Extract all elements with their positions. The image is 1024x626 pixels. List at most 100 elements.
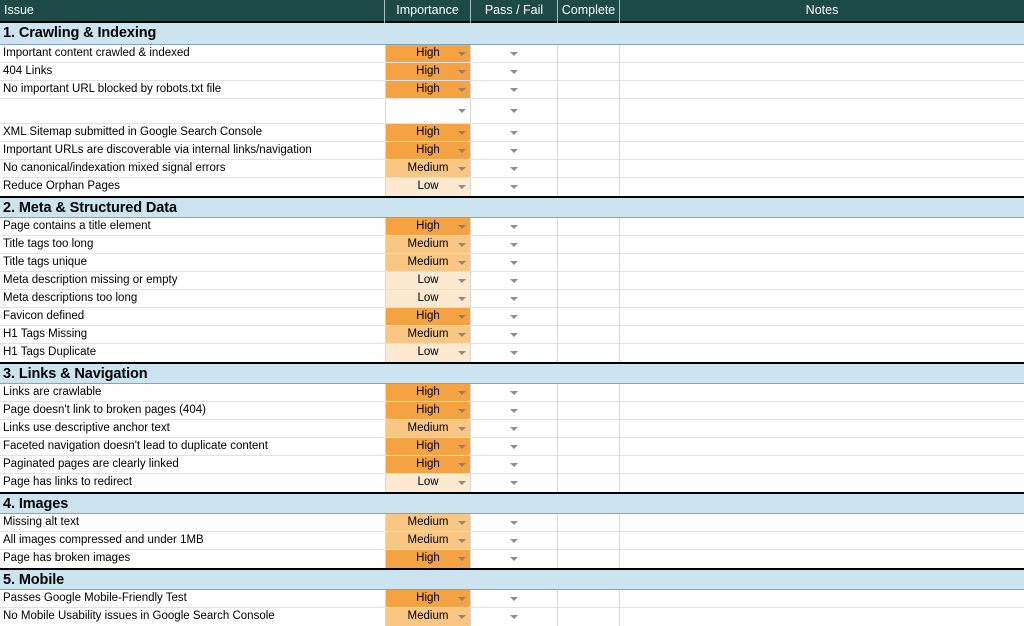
chevron-down-icon[interactable]	[510, 166, 518, 171]
table-row[interactable]: Paginated pages are clearly linked High	[0, 456, 1024, 474]
chevron-down-icon[interactable]	[510, 615, 518, 619]
cell-issue[interactable]: No canonical/indexation mixed signal err…	[0, 160, 385, 177]
chevron-down-icon[interactable]	[510, 462, 518, 467]
cell-complete[interactable]	[558, 236, 620, 253]
column-header-notes[interactable]: Notes	[620, 0, 1024, 23]
chevron-down-icon[interactable]	[510, 224, 518, 229]
cell-notes[interactable]	[620, 308, 1024, 325]
cell-issue[interactable]: 404 Links	[0, 63, 385, 80]
cell-issue[interactable]: H1 Tags Duplicate	[0, 344, 385, 362]
cell-pass-fail[interactable]	[471, 402, 558, 419]
table-row[interactable]: Links use descriptive anchor text Medium	[0, 420, 1024, 438]
table-row[interactable]: Passes Google Mobile-Friendly Test High	[0, 590, 1024, 608]
table-row[interactable]: Links are crawlable High	[0, 384, 1024, 402]
cell-complete[interactable]	[558, 474, 620, 492]
cell-complete[interactable]	[558, 290, 620, 307]
cell-notes[interactable]	[620, 218, 1024, 235]
cell-issue[interactable]: Links use descriptive anchor text	[0, 420, 385, 437]
cell-notes[interactable]	[620, 81, 1024, 98]
cell-pass-fail[interactable]	[471, 160, 558, 177]
cell-issue[interactable]: Page contains a title element	[0, 218, 385, 235]
chevron-down-icon[interactable]	[458, 596, 466, 601]
chevron-down-icon[interactable]	[510, 390, 518, 395]
chevron-down-icon[interactable]	[458, 351, 466, 355]
cell-importance[interactable]: Medium	[385, 532, 471, 549]
cell-pass-fail[interactable]	[471, 178, 558, 196]
cell-complete[interactable]	[558, 438, 620, 455]
chevron-down-icon[interactable]	[510, 351, 518, 355]
chevron-down-icon[interactable]	[458, 408, 466, 413]
chevron-down-icon[interactable]	[510, 314, 518, 319]
cell-pass-fail[interactable]	[471, 290, 558, 307]
chevron-down-icon[interactable]	[458, 130, 466, 135]
cell-pass-fail[interactable]	[471, 608, 558, 626]
cell-complete[interactable]	[558, 178, 620, 196]
chevron-down-icon[interactable]	[458, 166, 466, 171]
chevron-down-icon[interactable]	[458, 481, 466, 485]
cell-importance[interactable]: Low	[385, 290, 471, 307]
cell-complete[interactable]	[558, 218, 620, 235]
cell-importance[interactable]: Low	[385, 178, 471, 196]
cell-complete[interactable]	[558, 326, 620, 343]
cell-notes[interactable]	[620, 236, 1024, 253]
table-row[interactable]: No important URL blocked by robots.txt f…	[0, 81, 1024, 99]
cell-issue[interactable]: H1 Tags Missing	[0, 326, 385, 343]
cell-issue[interactable]: Faceted navigation doesn't lead to dupli…	[0, 438, 385, 455]
chevron-down-icon[interactable]	[510, 444, 518, 449]
cell-notes[interactable]	[620, 272, 1024, 289]
table-row[interactable]: Reduce Orphan Pages Low	[0, 178, 1024, 196]
table-row[interactable]: Favicon defined High	[0, 308, 1024, 326]
cell-complete[interactable]	[558, 456, 620, 473]
chevron-down-icon[interactable]	[510, 130, 518, 135]
cell-pass-fail[interactable]	[471, 81, 558, 98]
chevron-down-icon[interactable]	[510, 538, 518, 543]
cell-issue[interactable]: Meta descriptions too long	[0, 290, 385, 307]
cell-notes[interactable]	[620, 438, 1024, 455]
table-row[interactable]: Title tags too long Medium	[0, 236, 1024, 254]
cell-issue[interactable]: No Mobile Usability issues in Google Sea…	[0, 608, 385, 626]
chevron-down-icon[interactable]	[510, 278, 518, 283]
table-row[interactable]: Page contains a title element High	[0, 218, 1024, 236]
cell-notes[interactable]	[620, 420, 1024, 437]
cell-notes[interactable]	[620, 142, 1024, 159]
cell-pass-fail[interactable]	[471, 456, 558, 473]
cell-importance[interactable]: High	[385, 456, 471, 473]
cell-importance[interactable]: High	[385, 384, 471, 401]
cell-issue[interactable]: Links are crawlable	[0, 384, 385, 401]
cell-complete[interactable]	[558, 272, 620, 289]
chevron-down-icon[interactable]	[458, 462, 466, 467]
chevron-down-icon[interactable]	[510, 148, 518, 153]
cell-issue[interactable]: Missing alt text	[0, 514, 385, 531]
chevron-down-icon[interactable]	[458, 260, 466, 265]
cell-notes[interactable]	[620, 45, 1024, 62]
chevron-down-icon[interactable]	[458, 426, 466, 431]
table-row[interactable]: Page has broken images High	[0, 550, 1024, 568]
chevron-down-icon[interactable]	[510, 185, 518, 189]
cell-importance[interactable]: High	[385, 550, 471, 568]
cell-importance[interactable]	[385, 99, 471, 123]
chevron-down-icon[interactable]	[510, 69, 518, 74]
chevron-down-icon[interactable]	[510, 557, 518, 561]
cell-issue[interactable]: Important content crawled & indexed	[0, 45, 385, 62]
cell-pass-fail[interactable]	[471, 45, 558, 62]
chevron-down-icon[interactable]	[458, 390, 466, 395]
cell-importance[interactable]: Medium	[385, 514, 471, 531]
table-row[interactable]: H1 Tags Missing Medium	[0, 326, 1024, 344]
cell-pass-fail[interactable]	[471, 326, 558, 343]
cell-complete[interactable]	[558, 99, 620, 123]
chevron-down-icon[interactable]	[458, 332, 466, 337]
cell-notes[interactable]	[620, 384, 1024, 401]
cell-complete[interactable]	[558, 124, 620, 141]
cell-pass-fail[interactable]	[471, 63, 558, 80]
cell-pass-fail[interactable]	[471, 420, 558, 437]
cell-issue[interactable]: Page doesn't link to broken pages (404)	[0, 402, 385, 419]
cell-importance[interactable]: Medium	[385, 420, 471, 437]
cell-complete[interactable]	[558, 608, 620, 626]
cell-importance[interactable]: High	[385, 308, 471, 325]
chevron-down-icon[interactable]	[458, 444, 466, 449]
cell-importance[interactable]: Medium	[385, 160, 471, 177]
cell-pass-fail[interactable]	[471, 218, 558, 235]
cell-issue[interactable]: Favicon defined	[0, 308, 385, 325]
cell-complete[interactable]	[558, 142, 620, 159]
cell-importance[interactable]: High	[385, 124, 471, 141]
